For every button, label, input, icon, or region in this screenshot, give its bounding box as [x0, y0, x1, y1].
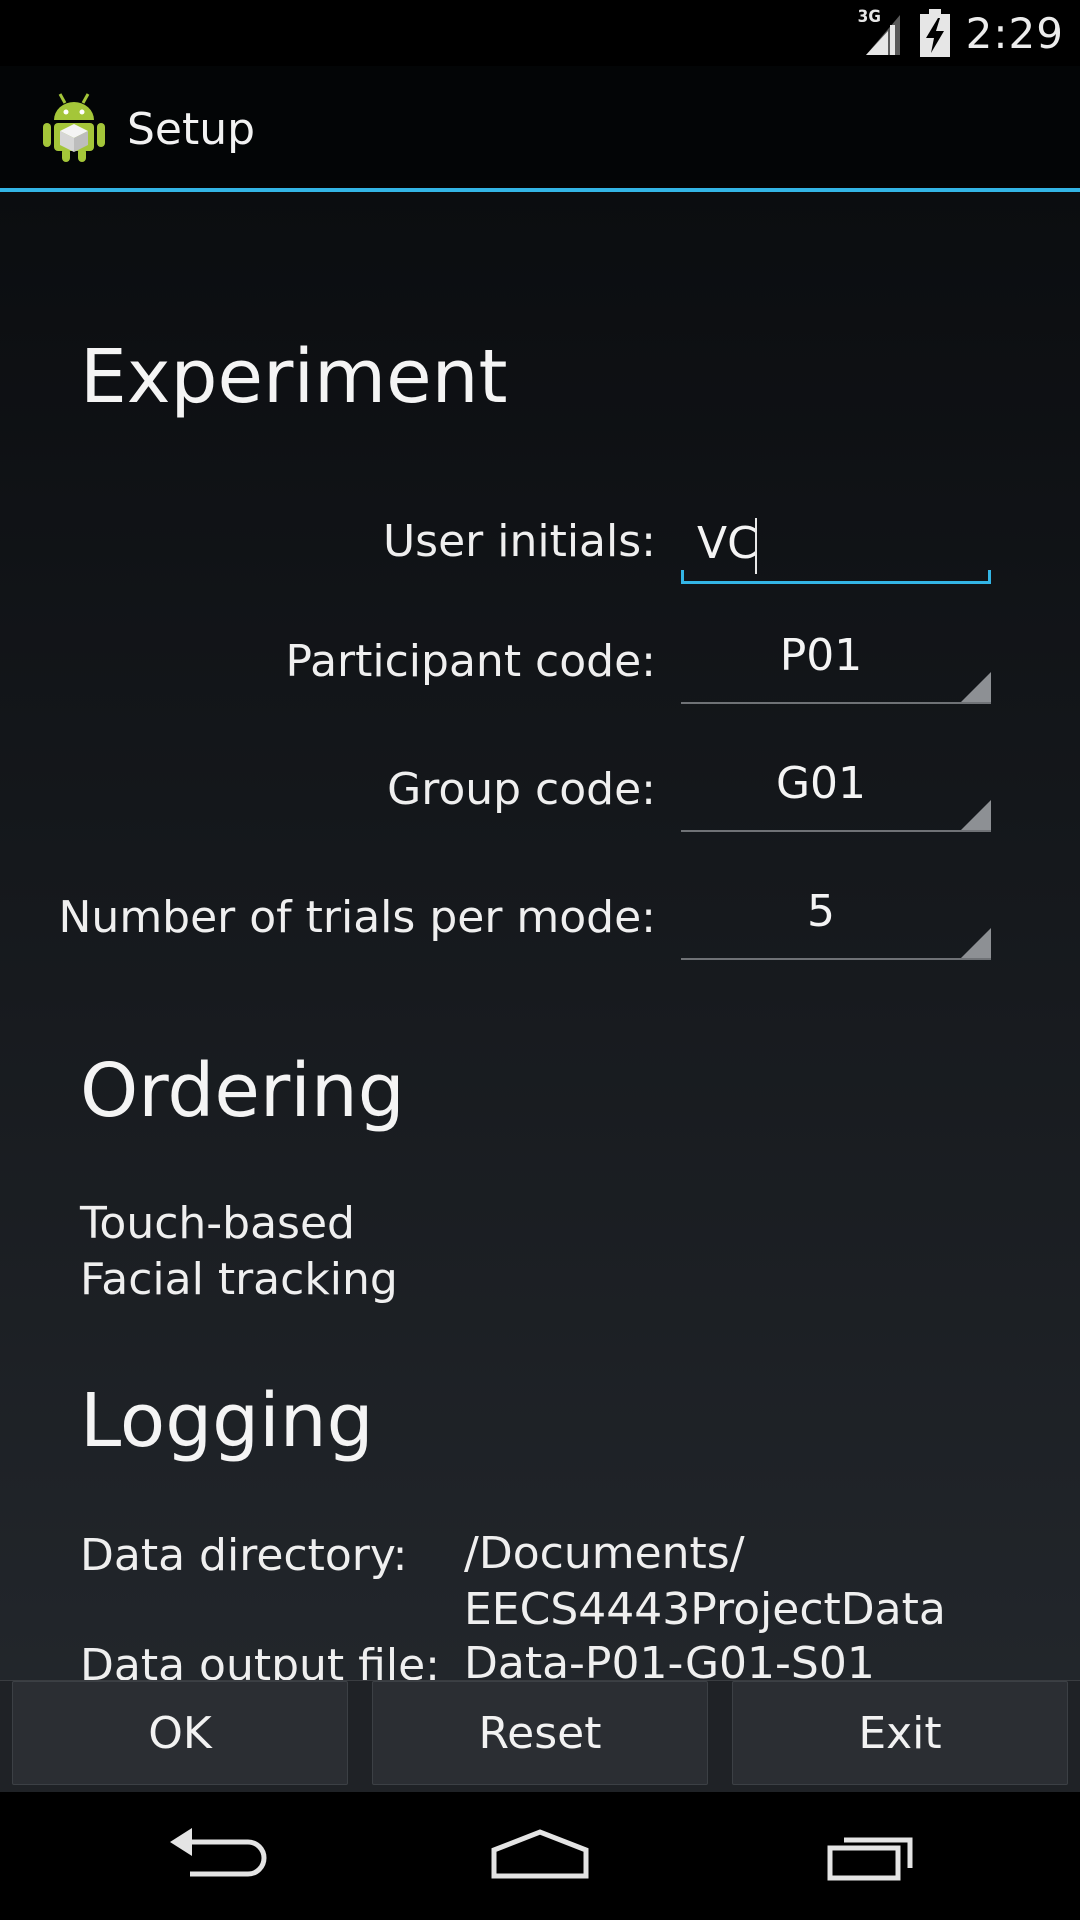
input-underline-right: [988, 570, 991, 584]
action-bar: Setup: [0, 66, 1080, 188]
ok-button[interactable]: OK: [12, 1681, 348, 1785]
data-directory-value: /Documents/ EECS4443ProjectData: [464, 1526, 946, 1638]
signal-icon: 3G: [857, 7, 904, 57]
data-directory-line-2: EECS4443ProjectData: [464, 1584, 946, 1635]
spinner-arrow-icon: [961, 928, 991, 958]
data-directory-line-1: /Documents/: [464, 1528, 745, 1579]
spinner-arrow-icon: [961, 672, 991, 702]
button-bar: OK Reset Exit: [0, 1680, 1080, 1792]
participant-code-value: P01: [779, 630, 863, 681]
ordering-heading: Ordering: [80, 1048, 405, 1134]
logging-heading: Logging: [80, 1378, 374, 1464]
ordering-item: Facial tracking: [80, 1254, 398, 1305]
ordering-item: Touch-based: [80, 1198, 355, 1249]
trials-per-mode-label: Number of trials per mode:: [58, 892, 656, 943]
navigation-bar: [0, 1792, 1080, 1920]
spinner-underline: [681, 958, 991, 960]
network-type-label: 3G: [857, 7, 881, 27]
group-code-label: Group code:: [387, 764, 656, 815]
back-icon[interactable]: [150, 1820, 270, 1892]
data-output-value: Data-P01-G01-S01: [464, 1638, 875, 1680]
user-initials-field[interactable]: VC: [681, 504, 991, 584]
recent-apps-icon[interactable]: [810, 1820, 930, 1892]
input-underline: [681, 581, 991, 584]
exit-button[interactable]: Exit: [732, 1681, 1068, 1785]
user-initials-label: User initials:: [382, 516, 656, 567]
text-cursor: [755, 518, 757, 574]
trials-per-mode-spinner[interactable]: 5: [681, 878, 991, 960]
data-output-label: Data output file:: [80, 1640, 440, 1680]
participant-code-label: Participant code:: [285, 636, 656, 687]
group-code-spinner[interactable]: G01: [681, 750, 991, 832]
participant-code-spinner[interactable]: P01: [681, 622, 991, 704]
setup-form[interactable]: Experiment User initials: VC Participant…: [0, 192, 1080, 1680]
data-directory-label: Data directory:: [80, 1530, 408, 1581]
status-bar: 3G 2:29: [0, 0, 1080, 66]
spinner-underline: [681, 702, 991, 704]
spinner-arrow-icon: [961, 800, 991, 830]
trials-per-mode-value: 5: [807, 886, 835, 937]
android-robot-icon: [40, 90, 108, 164]
input-underline-left: [681, 570, 684, 584]
user-initials-value: VC: [697, 518, 758, 569]
page-title: Setup: [127, 104, 256, 155]
spinner-underline: [681, 830, 991, 832]
status-time: 2:29: [965, 8, 1064, 58]
group-code-value: G01: [775, 758, 867, 809]
battery-charging-icon: [918, 8, 952, 58]
experiment-heading: Experiment: [80, 334, 508, 420]
status-icons: 3G 2:29: [857, 0, 1064, 66]
home-icon[interactable]: [480, 1820, 600, 1892]
reset-button[interactable]: Reset: [372, 1681, 708, 1785]
